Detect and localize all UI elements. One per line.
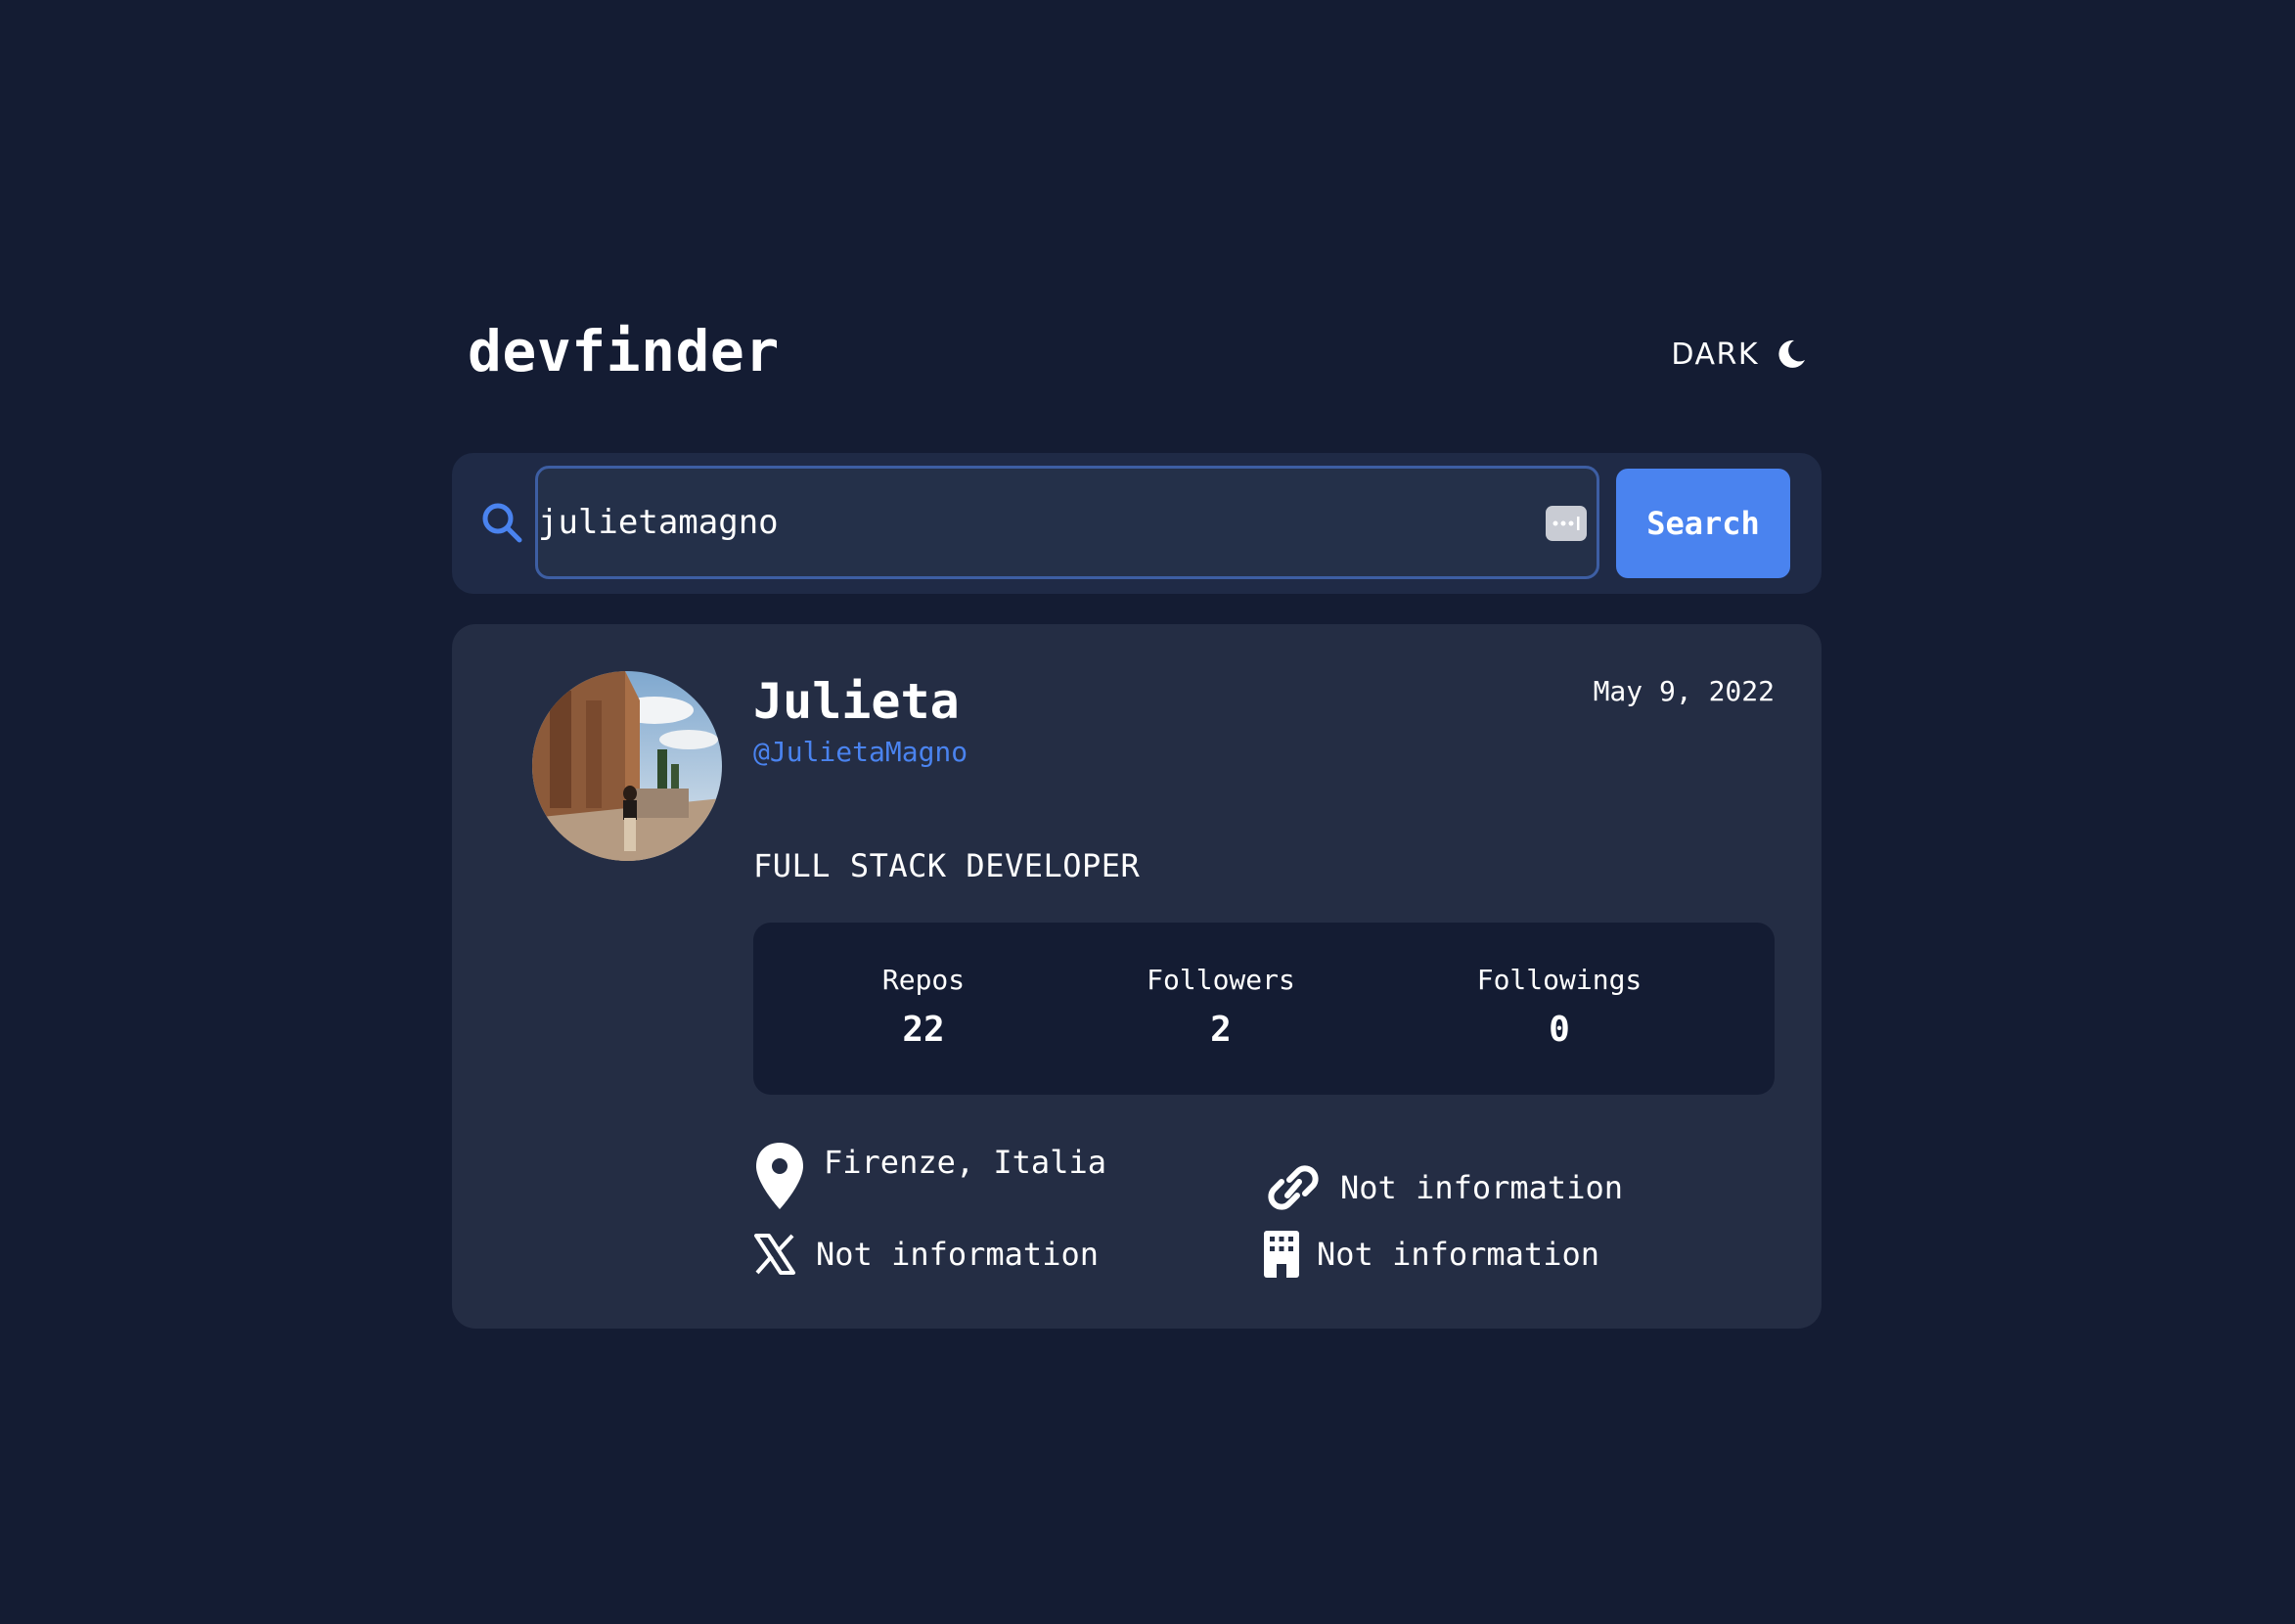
location-pin-icon	[753, 1141, 806, 1211]
blog-text: Not information	[1340, 1169, 1623, 1206]
company-text: Not information	[1317, 1236, 1599, 1273]
joined-date: May 9, 2022	[1593, 675, 1775, 707]
link-icon	[1264, 1164, 1323, 1211]
avatar	[532, 671, 722, 861]
moon-icon	[1773, 337, 1808, 372]
stat-followers: Followers 2	[1147, 964, 1295, 1050]
stat-following: Followings 0	[1477, 964, 1642, 1050]
stat-repos-value: 22	[902, 1010, 945, 1050]
twitter-text: Not information	[816, 1236, 1099, 1273]
profile-name: Julieta	[753, 673, 960, 730]
info-twitter[interactable]: Not information	[753, 1233, 1099, 1276]
stat-following-label: Followings	[1476, 964, 1642, 996]
building-icon	[1264, 1231, 1299, 1278]
stat-repos-label: Repos	[881, 964, 966, 996]
profile-card: Julieta @JulietaMagno May 9, 2022 FULL S…	[452, 624, 1822, 1329]
profile-bio: FULL STACK DEVELOPER	[753, 847, 1141, 884]
stat-followers-value: 2	[1210, 1010, 1232, 1050]
info-location: Firenze, Italia	[753, 1141, 1106, 1211]
search-bar: Search	[452, 453, 1822, 594]
search-icon	[481, 502, 522, 543]
info-company: Not information	[1264, 1231, 1599, 1278]
search-button[interactable]: Search	[1616, 469, 1790, 578]
location-text: Firenze, Italia	[824, 1144, 1106, 1181]
info-blog[interactable]: Not information	[1264, 1164, 1623, 1211]
password-manager-icon[interactable]	[1546, 506, 1587, 541]
stats-panel: Repos 22 Followers 2 Followings 0	[753, 923, 1775, 1095]
theme-toggle[interactable]: DARK	[1671, 337, 1808, 372]
logo: devfinder	[468, 318, 780, 384]
search-input[interactable]	[538, 469, 1526, 576]
profile-username-link[interactable]: @JulietaMagno	[753, 736, 968, 768]
x-twitter-icon	[753, 1233, 796, 1276]
theme-label: DARK	[1671, 337, 1759, 372]
app: devfinder DARK julietamagno Search Julie…	[452, 293, 1822, 1329]
search-input-wrapper	[535, 466, 1599, 579]
stat-repos: Repos 22	[882, 964, 965, 1050]
stat-followers-label: Followers	[1147, 964, 1295, 996]
header: devfinder DARK	[452, 293, 1822, 421]
stat-following-value: 0	[1549, 1010, 1570, 1050]
